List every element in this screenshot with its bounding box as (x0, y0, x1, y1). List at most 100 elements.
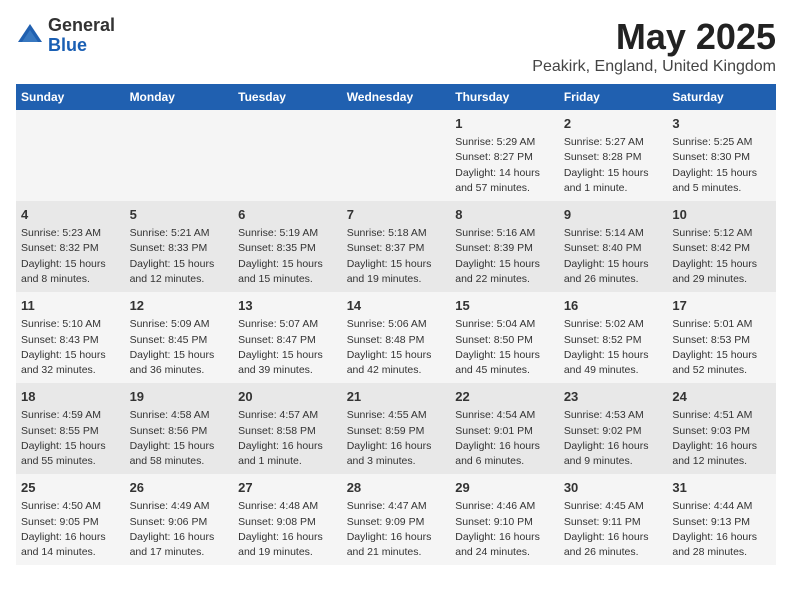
day-number: 5 (130, 206, 229, 224)
calendar-cell: 14Sunrise: 5:06 AMSunset: 8:48 PMDayligh… (342, 292, 451, 383)
calendar-cell (342, 110, 451, 201)
calendar-cell: 3 Sunrise: 5:25 AMSunset: 8:30 PMDaylight… (667, 110, 776, 201)
day-info: Sunrise: 5:16 AMSunset: 8:39 PMDaylight:… (455, 226, 554, 287)
header-wednesday: Wednesday (342, 84, 451, 110)
day-info: Sunrise: 5:25 AMSunset: 8:30 PMDaylight:… (672, 135, 771, 196)
day-number: 16 (564, 297, 663, 315)
day-info: Sunrise: 5:09 AMSunset: 8:45 PMDaylight:… (130, 317, 229, 378)
calendar-cell: 5 Sunrise: 5:21 AMSunset: 8:33 PMDaylight… (125, 201, 234, 292)
logo-general: General (48, 16, 115, 36)
calendar-cell: 13 Sunrise: 5:07 AMSunset: 8:47 PMDayligh… (233, 292, 342, 383)
calendar-cell: 29Sunrise: 4:46 AMSunset: 9:10 PMDayligh… (450, 474, 559, 565)
calendar-cell: 21Sunrise: 4:55 AMSunset: 8:59 PMDayligh… (342, 383, 451, 474)
subtitle: Peakirk, England, United Kingdom (532, 58, 776, 76)
calendar-cell: 12 Sunrise: 5:09 AMSunset: 8:45 PMDayligh… (125, 292, 234, 383)
calendar-cell: 7 Sunrise: 5:18 AMSunset: 8:37 PMDaylight… (342, 201, 451, 292)
day-number: 12 (130, 297, 229, 315)
main-title: May 2025 (532, 16, 776, 58)
day-number: 19 (130, 388, 229, 406)
calendar-table: Sunday Monday Tuesday Wednesday Thursday… (16, 84, 776, 565)
day-info: Sunrise: 4:59 AMSunset: 8:55 PMDaylight:… (21, 408, 120, 469)
calendar-cell: 9Sunrise: 5:14 AMSunset: 8:40 PMDaylight… (559, 201, 668, 292)
day-number: 7 (347, 206, 446, 224)
calendar-week-1: 1 Sunrise: 5:29 AMSunset: 8:27 PMDaylight… (16, 110, 776, 201)
day-number: 6 (238, 206, 337, 224)
day-number: 27 (238, 479, 337, 497)
day-info: Sunrise: 4:49 AMSunset: 9:06 PMDaylight:… (130, 499, 229, 560)
day-info: Sunrise: 5:18 AMSunset: 8:37 PMDaylight:… (347, 226, 446, 287)
calendar-cell: 24Sunrise: 4:51 AMSunset: 9:03 PMDayligh… (667, 383, 776, 474)
day-info: Sunrise: 4:46 AMSunset: 9:10 PMDaylight:… (455, 499, 554, 560)
calendar-cell: 16 Sunrise: 5:02 AMSunset: 8:52 PMDayligh… (559, 292, 668, 383)
day-info: Sunrise: 5:07 AMSunset: 8:47 PMDaylight:… (238, 317, 337, 378)
calendar-cell: 6 Sunrise: 5:19 AMSunset: 8:35 PMDaylight… (233, 201, 342, 292)
day-number: 1 (455, 115, 554, 133)
header-sunday: Sunday (16, 84, 125, 110)
calendar-cell: 20 Sunrise: 4:57 AMSunset: 8:58 PMDayligh… (233, 383, 342, 474)
logo-text: General Blue (48, 16, 115, 56)
day-info: Sunrise: 4:51 AMSunset: 9:03 PMDaylight:… (672, 408, 771, 469)
calendar-body: 1 Sunrise: 5:29 AMSunset: 8:27 PMDaylight… (16, 110, 776, 565)
calendar-cell (16, 110, 125, 201)
calendar-week-5: 25Sunrise: 4:50 AMSunset: 9:05 PMDayligh… (16, 474, 776, 565)
day-info: Sunrise: 5:10 AMSunset: 8:43 PMDaylight:… (21, 317, 120, 378)
calendar-header: Sunday Monday Tuesday Wednesday Thursday… (16, 84, 776, 110)
day-number: 20 (238, 388, 337, 406)
calendar-cell (233, 110, 342, 201)
day-info: Sunrise: 4:58 AMSunset: 8:56 PMDaylight:… (130, 408, 229, 469)
day-info: Sunrise: 5:01 AMSunset: 8:53 PMDaylight:… (672, 317, 771, 378)
day-info: Sunrise: 5:29 AMSunset: 8:27 PMDaylight:… (455, 135, 554, 196)
day-number: 21 (347, 388, 446, 406)
day-number: 4 (21, 206, 120, 224)
day-info: Sunrise: 4:44 AMSunset: 9:13 PMDaylight:… (672, 499, 771, 560)
calendar-cell: 8 Sunrise: 5:16 AMSunset: 8:39 PMDaylight… (450, 201, 559, 292)
day-number: 23 (564, 388, 663, 406)
page-header: General Blue May 2025 Peakirk, England, … (16, 16, 776, 76)
day-number: 3 (672, 115, 771, 133)
day-number: 10 (672, 206, 771, 224)
day-info: Sunrise: 4:57 AMSunset: 8:58 PMDaylight:… (238, 408, 337, 469)
header-saturday: Saturday (667, 84, 776, 110)
day-number: 26 (130, 479, 229, 497)
day-number: 18 (21, 388, 120, 406)
calendar-cell: 19 Sunrise: 4:58 AMSunset: 8:56 PMDayligh… (125, 383, 234, 474)
day-info: Sunrise: 5:21 AMSunset: 8:33 PMDaylight:… (130, 226, 229, 287)
calendar-cell: 17Sunrise: 5:01 AMSunset: 8:53 PMDayligh… (667, 292, 776, 383)
day-number: 25 (21, 479, 120, 497)
day-info: Sunrise: 5:23 AMSunset: 8:32 PMDaylight:… (21, 226, 120, 287)
day-info: Sunrise: 5:02 AMSunset: 8:52 PMDaylight:… (564, 317, 663, 378)
day-number: 2 (564, 115, 663, 133)
day-info: Sunrise: 5:27 AMSunset: 8:28 PMDaylight:… (564, 135, 663, 196)
day-number: 13 (238, 297, 337, 315)
day-info: Sunrise: 5:14 AMSunset: 8:40 PMDaylight:… (564, 226, 663, 287)
day-number: 30 (564, 479, 663, 497)
calendar-cell: 23 Sunrise: 4:53 AMSunset: 9:02 PMDayligh… (559, 383, 668, 474)
header-monday: Monday (125, 84, 234, 110)
calendar-cell (125, 110, 234, 201)
calendar-cell: 18 Sunrise: 4:59 AMSunset: 8:55 PMDayligh… (16, 383, 125, 474)
day-info: Sunrise: 4:54 AMSunset: 9:01 PMDaylight:… (455, 408, 554, 469)
title-section: May 2025 Peakirk, England, United Kingdo… (532, 16, 776, 76)
calendar-cell: 28Sunrise: 4:47 AMSunset: 9:09 PMDayligh… (342, 474, 451, 565)
calendar-cell: 10Sunrise: 5:12 AMSunset: 8:42 PMDayligh… (667, 201, 776, 292)
day-info: Sunrise: 5:06 AMSunset: 8:48 PMDaylight:… (347, 317, 446, 378)
day-info: Sunrise: 4:47 AMSunset: 9:09 PMDaylight:… (347, 499, 446, 560)
day-info: Sunrise: 4:48 AMSunset: 9:08 PMDaylight:… (238, 499, 337, 560)
header-thursday: Thursday (450, 84, 559, 110)
calendar-cell: 11 Sunrise: 5:10 AMSunset: 8:43 PMDayligh… (16, 292, 125, 383)
calendar-cell: 15Sunrise: 5:04 AMSunset: 8:50 PMDayligh… (450, 292, 559, 383)
day-number: 11 (21, 297, 120, 315)
header-tuesday: Tuesday (233, 84, 342, 110)
calendar-cell: 30Sunrise: 4:45 AMSunset: 9:11 PMDayligh… (559, 474, 668, 565)
calendar-cell: 22Sunrise: 4:54 AMSunset: 9:01 PMDayligh… (450, 383, 559, 474)
calendar-week-2: 4 Sunrise: 5:23 AMSunset: 8:32 PMDaylight… (16, 201, 776, 292)
day-info: Sunrise: 4:53 AMSunset: 9:02 PMDaylight:… (564, 408, 663, 469)
header-friday: Friday (559, 84, 668, 110)
calendar-cell: 27 Sunrise: 4:48 AMSunset: 9:08 PMDayligh… (233, 474, 342, 565)
calendar-cell: 4 Sunrise: 5:23 AMSunset: 8:32 PMDaylight… (16, 201, 125, 292)
day-info: Sunrise: 5:19 AMSunset: 8:35 PMDaylight:… (238, 226, 337, 287)
header-row: Sunday Monday Tuesday Wednesday Thursday… (16, 84, 776, 110)
calendar-cell: 26 Sunrise: 4:49 AMSunset: 9:06 PMDayligh… (125, 474, 234, 565)
day-info: Sunrise: 5:04 AMSunset: 8:50 PMDaylight:… (455, 317, 554, 378)
day-number: 8 (455, 206, 554, 224)
